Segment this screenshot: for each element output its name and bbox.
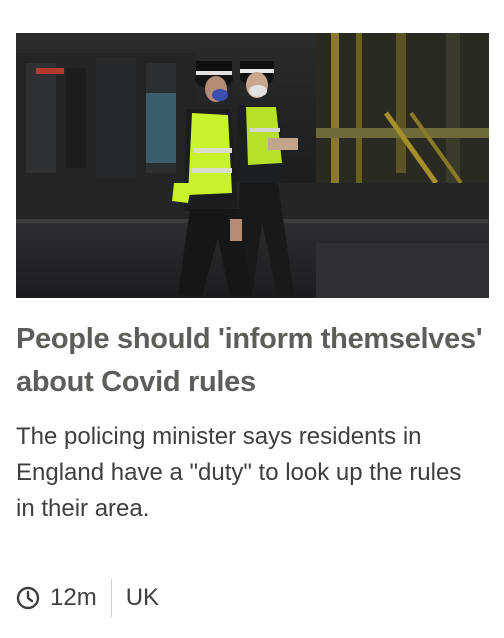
story-headline[interactable]: People should 'inform themselves' about … (16, 318, 486, 404)
story-image[interactable] (16, 33, 489, 298)
story-summary: The policing minister says residents in … (16, 423, 462, 522)
story-section-link[interactable]: UK (126, 584, 159, 612)
clock-icon (16, 586, 40, 610)
meta-divider (110, 579, 112, 617)
police-officers-photo (16, 33, 489, 298)
story-meta: 12m UK (16, 578, 159, 618)
story-timestamp: 12m (50, 584, 97, 611)
story-card[interactable]: People should 'inform themselves' about … (0, 0, 504, 638)
